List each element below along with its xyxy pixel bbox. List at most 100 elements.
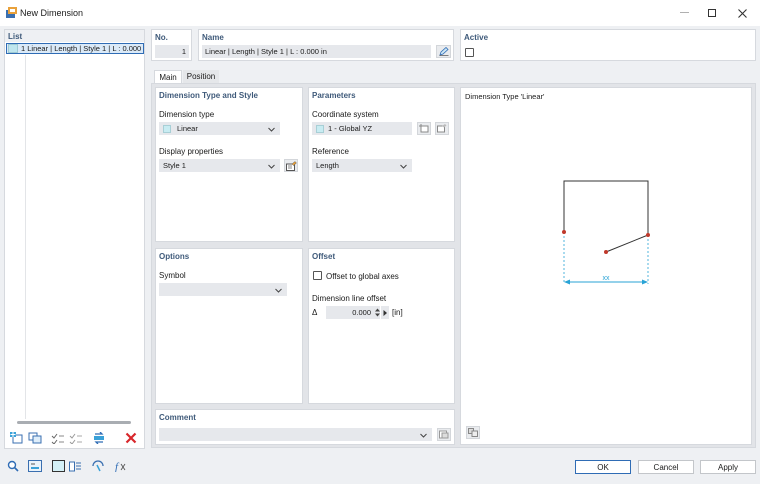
list-header: List [8,32,23,41]
offset-panel: Offset Offset to global axes Dimension l… [308,248,455,404]
reference-select[interactable]: Length [312,159,412,172]
formula-button[interactable]: f [112,459,128,473]
preview-arrow-left [564,279,570,285]
apply-button-label: Apply [717,462,738,472]
copy-item-button[interactable] [27,431,43,445]
svg-text:f: f [115,461,120,472]
edit-name-button[interactable] [436,45,451,58]
preview-panel: Dimension Type 'Linear' xx [460,87,752,445]
edit-coordinate-system-button[interactable] [435,122,449,135]
dimension-line-offset-label: Dimension line offset [312,294,387,303]
close-icon [737,8,747,18]
list-panel: List 1 Linear | Length | Style 1 | L : 0… [4,29,145,449]
search-icon [7,460,19,472]
dimension-app-icon [6,7,17,18]
list-item-label: 1 Linear | Length | Style 1 | L : 0.000 … [21,44,144,53]
new-item-button[interactable] [9,431,25,445]
comment-library-button[interactable] [437,428,451,441]
check-all-button[interactable] [50,431,66,445]
cancel-button-label: Cancel [653,462,679,472]
dimension-type-select[interactable]: Linear [159,122,280,135]
preview-options-button[interactable] [466,426,480,439]
options-panel: Options Symbol [155,248,303,404]
minimize-button[interactable] [670,3,698,23]
chevron-down-icon [268,127,275,132]
offset-arrow-button[interactable] [381,306,389,319]
number-field[interactable]: 1 [155,45,189,58]
ok-button[interactable]: OK [575,460,631,474]
number-label: No. [155,33,168,42]
preview-point-right [646,233,650,237]
preview-options-icon [468,428,478,437]
uncheck-all-button[interactable] [68,431,84,445]
uncheck-list-icon [69,433,82,444]
comment-panel: Comment [155,409,455,445]
display-properties-select[interactable]: Style 1 [159,159,280,172]
linear-dimension-preview-drawing: xx [562,180,650,285]
delete-item-button[interactable] [123,431,139,445]
close-button[interactable] [728,3,756,23]
help-button[interactable] [90,459,106,473]
cancel-button[interactable]: Cancel [638,460,694,474]
formula-icon: f [115,461,125,472]
delta-symbol: Δ [312,308,318,317]
name-value: Linear | Length | Style 1 | L : 0.000 in [205,47,327,56]
dimension-line-offset-input[interactable]: 0.000 [326,306,374,319]
search-button[interactable] [5,459,21,473]
preview-object-outline [563,180,649,235]
tab-position[interactable]: Position [183,70,219,83]
name-panel: Name Linear | Length | Style 1 | L : 0.0… [198,29,454,61]
chevron-down-icon [400,164,407,169]
copy-icon [28,432,42,444]
help-icon [91,460,104,472]
dimension-type-value: Linear [177,124,198,133]
units-button[interactable] [27,459,43,473]
linear-dimension-swatch [8,44,18,53]
offset-unit: [in] [392,308,403,317]
renumber-button[interactable] [91,431,107,445]
comment-title: Comment [159,413,196,422]
display-properties-value: Style 1 [163,161,186,170]
new-coordinate-system-button[interactable] [417,122,431,135]
renumber-icon [94,432,104,444]
display-settings-icon [68,461,81,472]
active-checkbox[interactable] [465,48,474,57]
coordinate-system-label: Coordinate system [312,110,379,119]
list-item[interactable]: 1 Linear | Length | Style 1 | L : 0.000 … [6,43,144,54]
chevron-down-icon [420,433,427,438]
comment-input[interactable] [159,428,432,441]
tab-main-label: Main [159,72,177,82]
dimension-type-swatch [163,124,171,133]
preview-dimension-label: xx [603,275,611,282]
dimension-line-offset-value: 0.000 [352,308,371,317]
display-properties-label: Display properties [159,147,224,156]
edit-coordinate-system-icon [437,124,447,133]
coordinate-system-field[interactable]: 1 - Global YZ [312,122,412,135]
preview-point-left [562,230,566,234]
name-field[interactable]: Linear | Length | Style 1 | L : 0.000 in [202,45,431,58]
maximize-icon [708,9,716,17]
window-title: New Dimension [20,8,84,18]
comment-library-icon [439,430,449,439]
reference-label: Reference [312,147,349,156]
minimize-icon [679,12,689,13]
list-tree-line [25,55,26,419]
apply-button[interactable]: Apply [700,460,756,474]
offset-global-axes-label: Offset to global axes [326,272,399,281]
tab-position-label: Position [186,72,216,81]
new-item-icon [10,432,23,444]
offset-title: Offset [312,252,336,261]
edit-display-properties-button[interactable] [284,159,298,172]
offset-global-axes-checkbox[interactable] [313,271,322,280]
color-swatch-button[interactable] [50,459,66,473]
check-list-icon [51,433,64,444]
symbol-select[interactable] [159,283,287,296]
tab-main[interactable]: Main [154,70,182,83]
chevron-down-icon [275,288,282,293]
style-edit-icon [285,160,297,171]
offset-spinner[interactable] [374,306,380,319]
delete-icon [125,432,137,444]
maximize-button[interactable] [698,3,726,23]
list-horizontal-scrollbar[interactable] [17,421,131,424]
display-settings-button[interactable] [67,459,83,473]
